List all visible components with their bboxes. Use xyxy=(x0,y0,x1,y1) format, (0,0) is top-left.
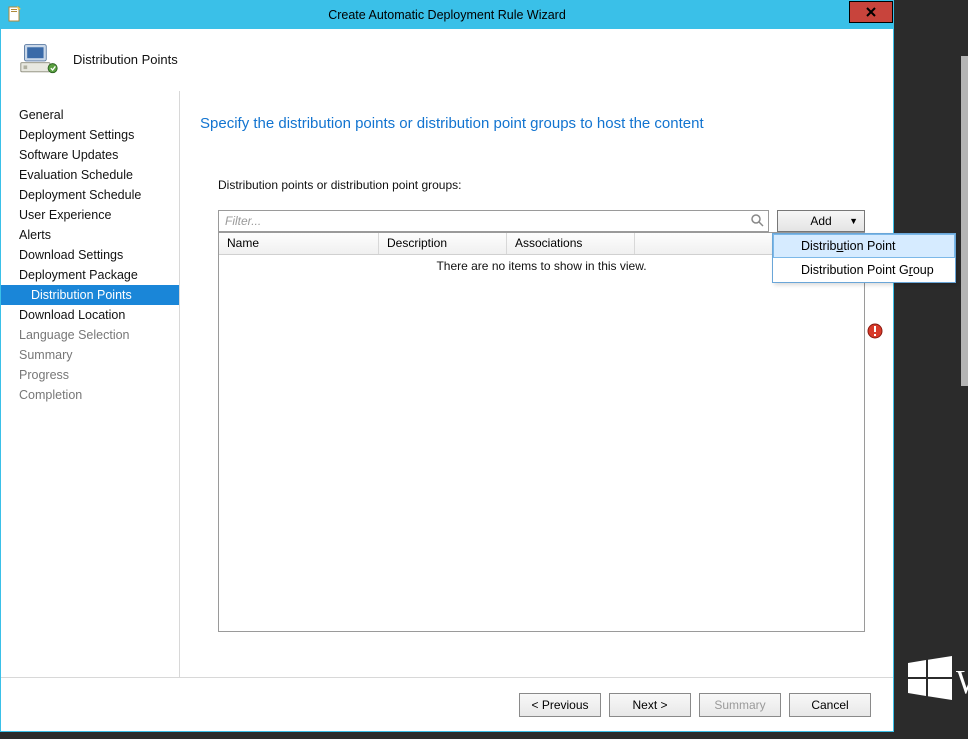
wizard-window: Create Automatic Deployment Rule Wizard … xyxy=(0,0,894,732)
wizard-icon xyxy=(5,5,25,25)
col-name[interactable]: Name xyxy=(219,233,379,254)
sidebar: General Deployment Settings Software Upd… xyxy=(1,91,179,677)
empty-message: There are no items to show in this view. xyxy=(219,255,864,273)
desktop-scrollbar[interactable] xyxy=(961,56,968,386)
titlebar[interactable]: Create Automatic Deployment Rule Wizard xyxy=(1,1,893,29)
filter-input[interactable] xyxy=(219,211,768,231)
step-download-settings[interactable]: Download Settings xyxy=(1,245,179,265)
step-distribution-points[interactable]: Distribution Points xyxy=(1,285,179,305)
menu-distribution-point-group[interactable]: Distribution Point Group xyxy=(773,258,955,282)
close-icon xyxy=(866,7,876,17)
page-title: Distribution Points xyxy=(73,52,178,67)
close-button[interactable] xyxy=(849,1,893,23)
step-deployment-package[interactable]: Deployment Package xyxy=(1,265,179,285)
step-language-selection: Language Selection xyxy=(1,325,179,345)
previous-button[interactable]: < Previous xyxy=(519,693,601,717)
dp-grid: Name Description Associations There are … xyxy=(218,232,865,632)
search-icon xyxy=(750,213,764,230)
col-description[interactable]: Description xyxy=(379,233,507,254)
grid-toolbar: Add ▼ Distribution Point Distribution Po… xyxy=(218,210,865,232)
filter-wrap xyxy=(218,210,769,232)
step-user-experience[interactable]: User Experience xyxy=(1,205,179,225)
next-button[interactable]: Next > xyxy=(609,693,691,717)
error-icon xyxy=(867,323,883,339)
col-associations[interactable]: Associations xyxy=(507,233,635,254)
add-button[interactable]: Add ▼ Distribution Point Distribution Po… xyxy=(777,210,865,232)
add-button-label: Add xyxy=(810,214,831,228)
instruction-text: Specify the distribution points or distr… xyxy=(200,115,865,132)
windows-logo: W xyxy=(906,651,968,721)
cancel-button[interactable]: Cancel xyxy=(789,693,871,717)
step-progress: Progress xyxy=(1,365,179,385)
content-area: Specify the distribution points or distr… xyxy=(179,91,893,677)
list-label: Distribution points or distribution poin… xyxy=(200,178,865,192)
summary-button: Summary xyxy=(699,693,781,717)
step-software-updates[interactable]: Software Updates xyxy=(1,145,179,165)
grid-area: Add ▼ Distribution Point Distribution Po… xyxy=(200,210,865,632)
chevron-down-icon: ▼ xyxy=(849,216,858,226)
menu-distribution-point[interactable]: Distribution Point xyxy=(773,234,955,258)
step-deployment-settings[interactable]: Deployment Settings xyxy=(1,125,179,145)
step-evaluation-schedule[interactable]: Evaluation Schedule xyxy=(1,165,179,185)
window-title: Create Automatic Deployment Rule Wizard xyxy=(1,8,893,22)
step-alerts[interactable]: Alerts xyxy=(1,225,179,245)
desktop: Create Automatic Deployment Rule Wizard … xyxy=(0,0,968,739)
svg-text:W: W xyxy=(956,664,968,701)
header-band: Distribution Points xyxy=(1,29,893,91)
grid-header: Name Description Associations xyxy=(219,233,864,255)
step-summary: Summary xyxy=(1,345,179,365)
footer: < Previous Next > Summary Cancel xyxy=(1,677,893,731)
step-deployment-schedule[interactable]: Deployment Schedule xyxy=(1,185,179,205)
step-general[interactable]: General xyxy=(1,105,179,125)
computer-icon xyxy=(19,40,59,80)
step-completion: Completion xyxy=(1,385,179,405)
add-dropdown-menu: Distribution Point Distribution Point Gr… xyxy=(772,233,956,283)
wizard-body: General Deployment Settings Software Upd… xyxy=(1,91,893,677)
step-download-location[interactable]: Download Location xyxy=(1,305,179,325)
